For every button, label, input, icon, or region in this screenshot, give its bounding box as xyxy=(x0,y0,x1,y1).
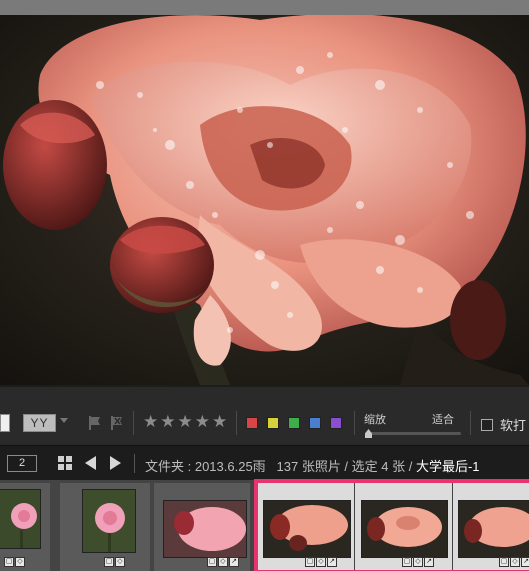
color-label-red[interactable] xyxy=(246,417,258,429)
badge-icon: ◇ xyxy=(510,557,520,567)
thumbnail-badges: ▢ ◇ ↗ xyxy=(207,557,239,567)
thumbnail-image[interactable] xyxy=(163,500,247,558)
toolbar-divider xyxy=(470,411,471,435)
selected-photo-name: 大学最后-1 xyxy=(415,459,480,474)
folder-text: 文件夹 : 2013.6.25雨 xyxy=(145,459,266,474)
thumbnail-image[interactable] xyxy=(458,500,529,558)
thumbnail-badges: ▢ ◇ xyxy=(104,557,125,567)
badge-icon: ◇ xyxy=(115,557,125,567)
thumbnail-badges: ▢ ◇ xyxy=(4,557,25,567)
arrow-left-icon[interactable] xyxy=(85,456,96,470)
badge-icon: ▢ xyxy=(4,557,14,567)
color-label-yellow[interactable] xyxy=(267,417,279,429)
badge-icon: ◇ xyxy=(218,557,228,567)
badge-icon: ◇ xyxy=(413,557,423,567)
color-label-purple[interactable] xyxy=(330,417,342,429)
toolbar-divider xyxy=(354,411,355,435)
flag-icon[interactable] xyxy=(88,415,102,431)
badge-icon: ▢ xyxy=(402,557,412,567)
filmstrip-cell-selected[interactable]: ▢ ◇ ↗ xyxy=(453,483,529,571)
grid-icon[interactable] xyxy=(58,456,72,470)
toolbar: YY ★★★★★ 缩放 适合 软打 xyxy=(0,385,529,445)
reject-flag-icon[interactable] xyxy=(110,415,124,431)
thumbnail-badges: ▢ ◇ ↗ xyxy=(305,557,337,567)
secondary-display-button[interactable]: 2 xyxy=(7,455,37,472)
badge-icon: ↗ xyxy=(424,557,434,567)
filmstrip-cell[interactable]: ▢ ◇ xyxy=(0,483,50,571)
badge-icon: ◇ xyxy=(15,557,25,567)
filmstrip-cell[interactable]: ▢ ◇ ↗ xyxy=(154,483,250,571)
color-label-blue[interactable] xyxy=(309,417,321,429)
thumbnail-image[interactable] xyxy=(0,489,41,549)
filmstrip-cell-selected[interactable]: ▢ ◇ ↗ xyxy=(355,483,452,571)
rating-stars[interactable]: ★★★★★ xyxy=(143,412,229,432)
viewer-top-border xyxy=(0,0,529,15)
main-viewer xyxy=(0,0,529,385)
thumbnail-image[interactable] xyxy=(82,489,136,553)
photo-count-text: 137 张照片 / 选定 4 张 / xyxy=(276,459,413,474)
toolbar-divider xyxy=(236,411,237,435)
badge-icon: ↗ xyxy=(521,557,529,567)
view-dropdown-icon[interactable] xyxy=(60,418,68,423)
fit-label[interactable]: 适合 xyxy=(432,411,454,427)
badge-icon: ↗ xyxy=(327,557,337,567)
color-label-green[interactable] xyxy=(288,417,300,429)
filmstrip-source-info[interactable]: 文件夹 : 2013.6.25雨 137 张照片 / 选定 4 张 / 大学最后… xyxy=(145,456,480,475)
single-view-button[interactable] xyxy=(0,414,10,432)
arrow-right-icon[interactable] xyxy=(110,456,121,470)
toolbar-divider xyxy=(133,411,134,435)
thumbnail-image[interactable] xyxy=(263,500,351,558)
badge-icon: ◇ xyxy=(316,557,326,567)
badge-icon: ▢ xyxy=(499,557,509,567)
compare-view-button[interactable]: YY xyxy=(23,414,56,432)
badge-icon: ↗ xyxy=(229,557,239,567)
rose-photo-illustration xyxy=(0,15,529,385)
thumbnail-badges: ▢ ◇ ↗ xyxy=(402,557,434,567)
filmstrip-cell[interactable]: ▢ ◇ xyxy=(60,483,150,571)
filmstrip-header: 2 文件夹 : 2013.6.25雨 137 张照片 / 选定 4 张 / 大学… xyxy=(0,445,529,480)
zoom-label: 缩放 xyxy=(364,414,386,426)
header-divider xyxy=(134,454,135,473)
badge-icon: ▢ xyxy=(104,557,114,567)
badge-icon: ▢ xyxy=(207,557,217,567)
badge-icon: ▢ xyxy=(305,557,315,567)
filmstrip: ▢ ◇ ▢ ◇ ▢ ◇ ↗ ▢ ◇ ↗ ▢ ◇ ↗ ▢ ◇ ↗ xyxy=(0,480,529,571)
main-photo[interactable] xyxy=(0,15,529,385)
soft-proof-checkbox[interactable] xyxy=(481,419,493,431)
thumbnail-badges: ▢ ◇ ↗ xyxy=(499,557,529,567)
soft-proof-label: 软打 xyxy=(500,418,527,433)
zoom-slider[interactable] xyxy=(365,432,461,435)
thumbnail-image[interactable] xyxy=(361,500,448,558)
filmstrip-cell-selected[interactable]: ▢ ◇ ↗ xyxy=(258,483,354,571)
